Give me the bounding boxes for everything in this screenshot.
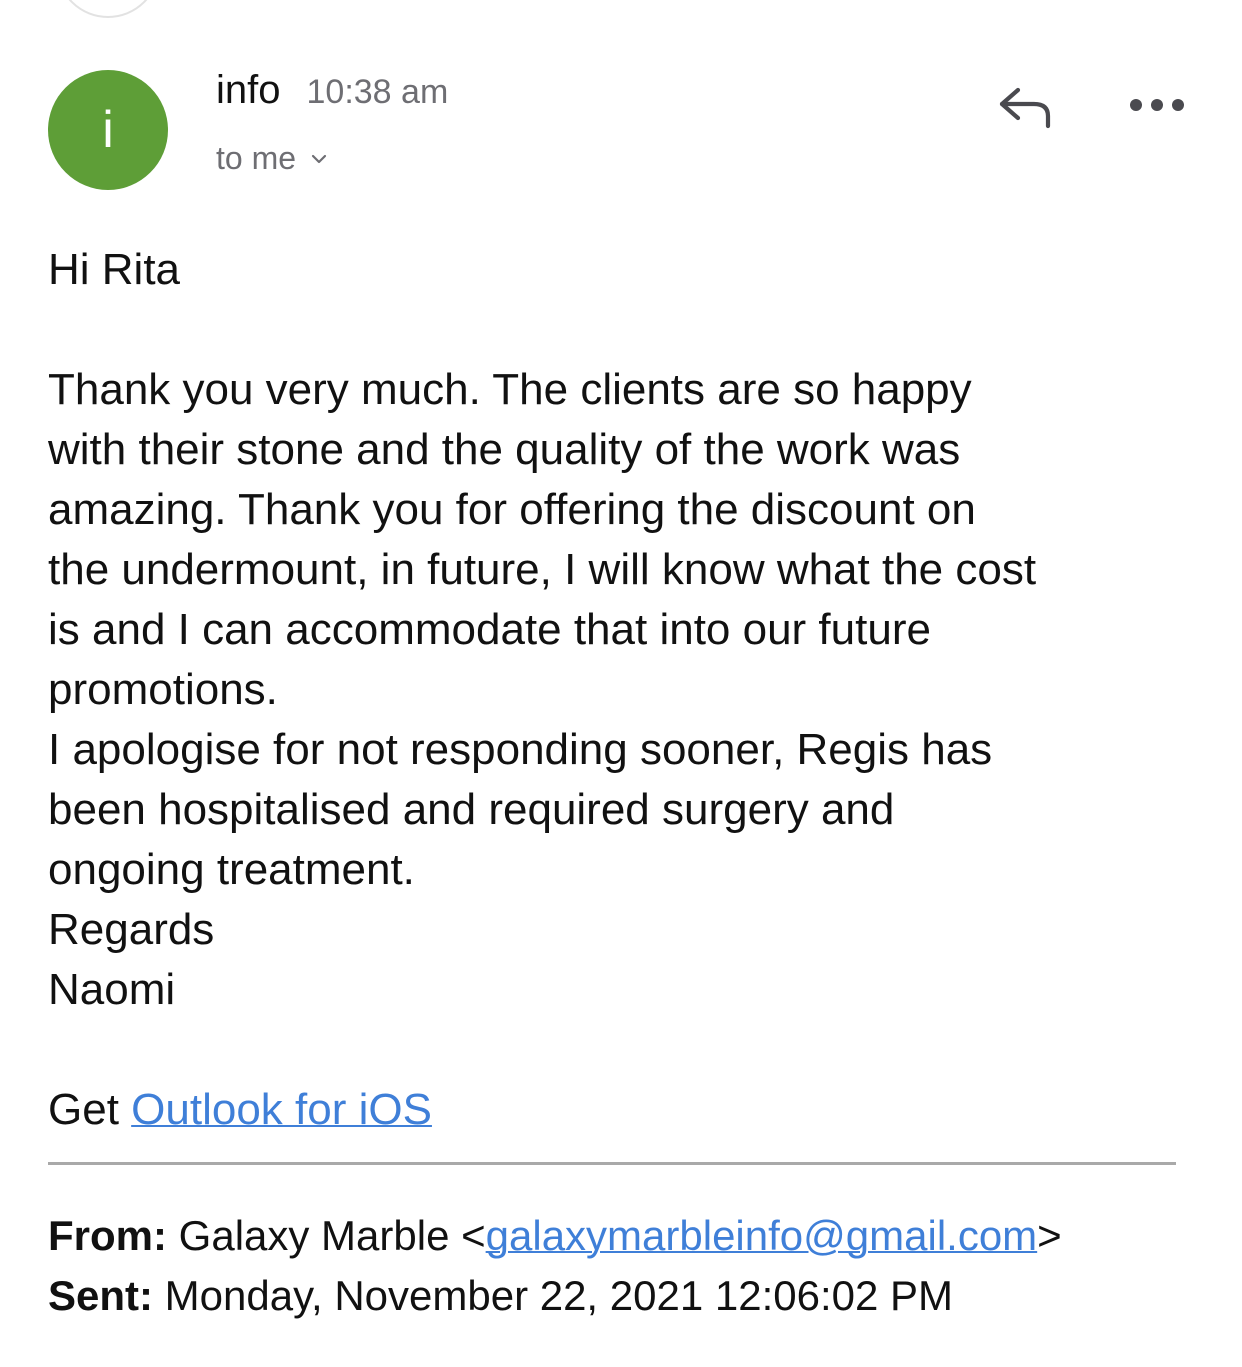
recipient-label: to me xyxy=(216,140,297,176)
sent-label: Sent: xyxy=(48,1272,153,1319)
message-line: I apologise for not responding sooner, R… xyxy=(48,725,993,774)
signature-prefix: Get xyxy=(48,1085,132,1134)
from-suffix: > xyxy=(1037,1212,1062,1259)
message-line: amazing. Thank you for offering the disc… xyxy=(48,485,976,534)
message-line: with their stone and the quality of the … xyxy=(48,425,961,474)
quoted-sent-line: Sent: Monday, November 22, 2021 12:06:02… xyxy=(48,1268,953,1324)
sender-line: info 10:38 am xyxy=(216,68,448,113)
message-line: ongoing treatment. xyxy=(48,845,415,894)
message-greeting: Hi Rita xyxy=(48,245,181,294)
message-header: i info 10:38 am to me xyxy=(0,0,1242,200)
quote-divider xyxy=(48,1162,1176,1165)
mail-signature: Get Outlook for iOS xyxy=(48,1080,432,1140)
message-line: the undermount, in future, I will know w… xyxy=(48,545,1037,594)
message-line: Regards xyxy=(48,905,215,954)
message-line: promotions. xyxy=(48,665,278,714)
recipient-toggle[interactable]: to me xyxy=(216,140,330,177)
sender-name[interactable]: info xyxy=(216,68,281,113)
reply-icon[interactable] xyxy=(996,82,1058,130)
chevron-down-icon xyxy=(311,154,327,163)
message-line: been hospitalised and required surgery a… xyxy=(48,785,895,834)
message-body: Thank you very much. The clients are so … xyxy=(48,360,1208,1020)
from-label: From: xyxy=(48,1212,167,1259)
more-icon[interactable] xyxy=(1128,92,1186,118)
sender-avatar[interactable]: i xyxy=(48,70,168,190)
quoted-from-line: From: Galaxy Marble <galaxymarbleinfo@gm… xyxy=(48,1208,1062,1264)
outlook-for-ios-link[interactable]: Outlook for iOS xyxy=(131,1085,432,1134)
from-email-link[interactable]: galaxymarbleinfo@gmail.com xyxy=(486,1212,1038,1259)
message-line: is and I can accommodate that into our f… xyxy=(48,605,931,654)
sent-value: Monday, November 22, 2021 12:06:02 PM xyxy=(164,1272,954,1319)
message-line: Naomi xyxy=(48,965,176,1014)
message-line: Thank you very much. The clients are so … xyxy=(48,365,972,414)
message-time: 10:38 am xyxy=(306,73,449,111)
from-name: Galaxy Marble < xyxy=(178,1212,486,1259)
avatar-letter: i xyxy=(102,101,114,159)
